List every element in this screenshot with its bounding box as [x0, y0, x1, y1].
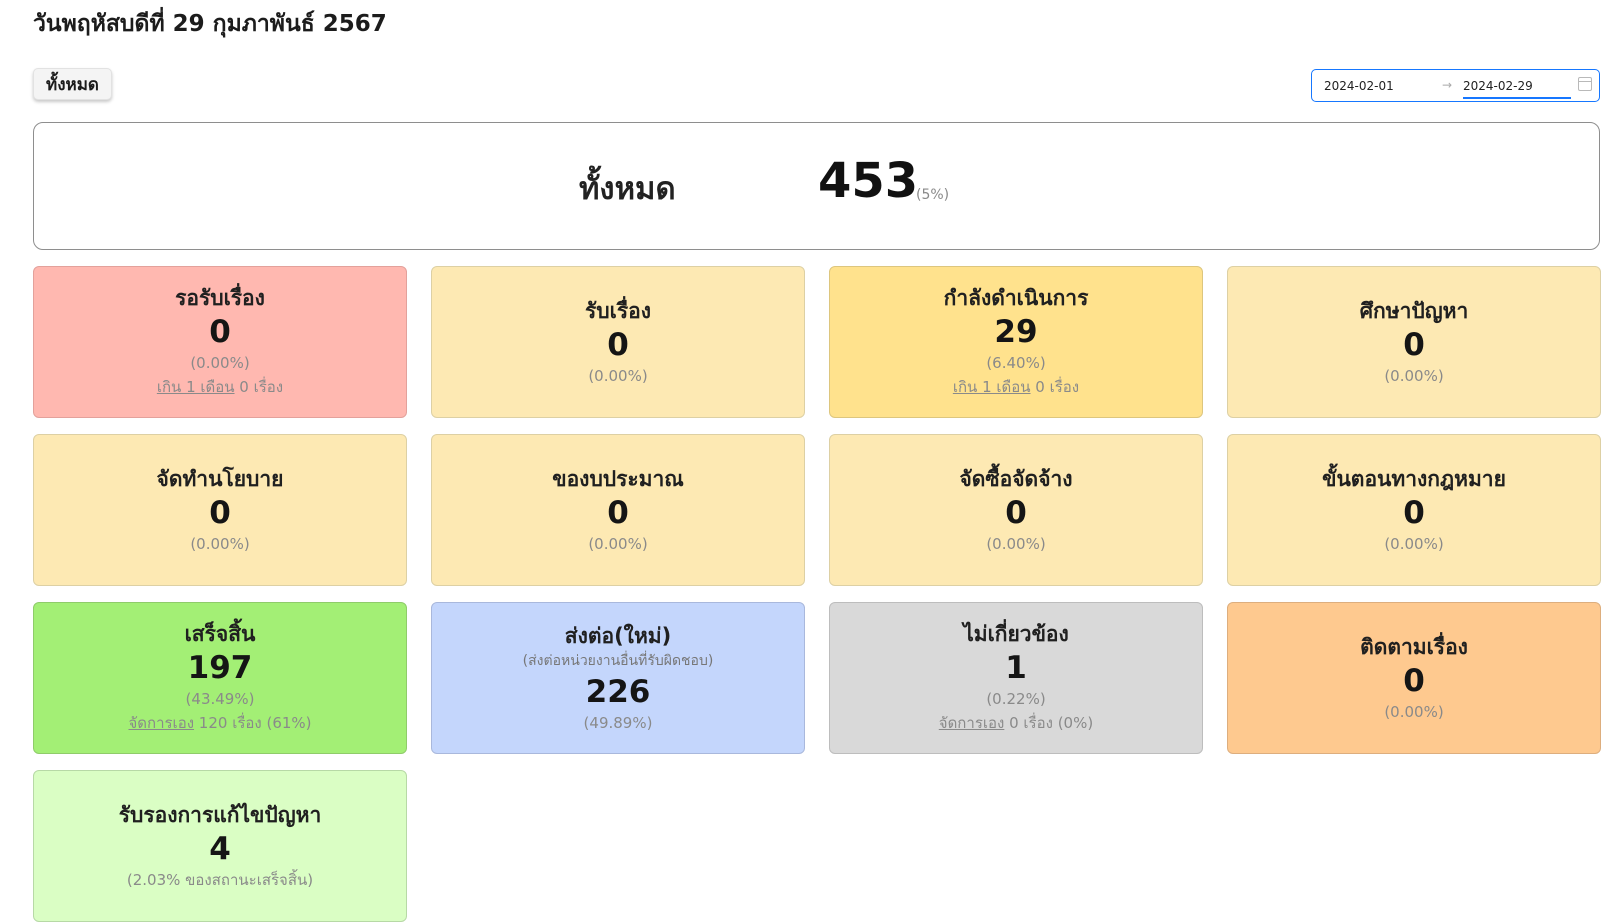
card-value: 0: [1403, 663, 1425, 699]
card-title: จัดทำนโยบาย: [156, 467, 284, 491]
card-extra-text: 0 เรื่อง: [234, 378, 284, 396]
status-card-grid: รอรับเรื่อง 0 (0.00%) เกิน 1 เดือน 0 เรื…: [33, 266, 1601, 922]
all-filter-button[interactable]: ทั้งหมด: [33, 68, 112, 100]
card-value: 0: [1403, 327, 1425, 363]
card-extra: เกิน 1 เดือน 0 เรื่อง: [953, 374, 1079, 400]
status-card-procurement[interactable]: จัดซื้อจัดจ้าง 0 (0.00%): [829, 434, 1203, 586]
card-title: ศึกษาปัญหา: [1359, 299, 1469, 323]
card-percent: (0.00%): [190, 354, 250, 372]
card-percent: (0.00%): [190, 535, 250, 553]
status-card-policy[interactable]: จัดทำนโยบาย 0 (0.00%): [33, 434, 407, 586]
card-title: ส่งต่อ(ใหม่): [564, 624, 672, 648]
status-card-study[interactable]: ศึกษาปัญหา 0 (0.00%): [1227, 266, 1601, 418]
overdue-link[interactable]: เกิน 1 เดือน: [157, 378, 235, 396]
card-title: เสร็จสิ้น: [184, 622, 256, 646]
card-extra-text: 0 เรื่อง: [1030, 378, 1080, 396]
status-card-budget[interactable]: ของบประมาณ 0 (0.00%): [431, 434, 805, 586]
card-percent: (0.00%): [986, 535, 1046, 553]
card-title: ไม่เกี่ยวข้อง: [963, 622, 1069, 646]
card-extra-text: 0 เรื่อง (0%): [1004, 714, 1094, 732]
card-percent: (0.22%): [986, 690, 1046, 708]
card-value: 226: [585, 674, 651, 710]
card-value: 4: [209, 831, 231, 867]
card-title: รอรับเรื่อง: [175, 286, 265, 310]
status-card-legal[interactable]: ขั้นตอนทางกฎหมาย 0 (0.00%): [1227, 434, 1601, 586]
card-percent: (6.40%): [986, 354, 1046, 372]
status-card-unrelated[interactable]: ไม่เกี่ยวข้อง 1 (0.22%) จัดการเอง 0 เรื่…: [829, 602, 1203, 754]
status-card-follow-up[interactable]: ติดตามเรื่อง 0 (0.00%): [1227, 602, 1601, 754]
overdue-link[interactable]: เกิน 1 เดือน: [953, 378, 1031, 396]
card-extra: จัดการเอง 120 เรื่อง (61%): [128, 710, 311, 736]
self-handled-link[interactable]: จัดการเอง: [939, 714, 1005, 732]
card-value: 0: [607, 495, 629, 531]
card-subtitle: (ส่งต่อหน่วยงานอื่นที่รับผิดชอบ): [522, 653, 714, 669]
card-value: 0: [607, 327, 629, 363]
card-title: รับเรื่อง: [585, 299, 651, 323]
card-value: 197: [187, 650, 253, 686]
card-percent: (0.00%): [588, 535, 648, 553]
total-summary-box: ทั้งหมด 453 (5%): [33, 122, 1600, 250]
card-percent: (0.00%): [1384, 367, 1444, 385]
card-value: 0: [1403, 495, 1425, 531]
total-value: 453: [818, 153, 919, 209]
status-card-pending[interactable]: รอรับเรื่อง 0 (0.00%) เกิน 1 เดือน 0 เรื…: [33, 266, 407, 418]
status-card-resolution-certified[interactable]: รับรองการแก้ไขปัญหา 4 (2.03% ของสถานะเสร…: [33, 770, 407, 922]
card-percent: (49.89%): [583, 714, 653, 732]
total-percent: (5%): [916, 187, 950, 203]
status-card-received[interactable]: รับเรื่อง 0 (0.00%): [431, 266, 805, 418]
calendar-icon[interactable]: [1578, 77, 1592, 91]
range-arrow-icon: →: [1442, 78, 1453, 92]
card-title: ของบประมาณ: [552, 467, 684, 491]
status-card-completed[interactable]: เสร็จสิ้น 197 (43.49%) จัดการเอง 120 เรื…: [33, 602, 407, 754]
card-title: ขั้นตอนทางกฎหมาย: [1322, 467, 1506, 491]
card-title: ติดตามเรื่อง: [1360, 635, 1468, 659]
active-input-indicator: [1463, 97, 1571, 99]
card-title: รับรองการแก้ไขปัญหา: [118, 803, 322, 827]
card-percent: (0.00%): [1384, 535, 1444, 553]
date-start-input[interactable]: [1324, 70, 1434, 101]
self-handled-link[interactable]: จัดการเอง: [128, 714, 194, 732]
card-percent: (0.00%): [1384, 703, 1444, 721]
status-card-in-progress[interactable]: กำลังดำเนินการ 29 (6.40%) เกิน 1 เดือน 0…: [829, 266, 1203, 418]
card-value: 1: [1005, 650, 1027, 686]
card-percent: (2.03% ของสถานะเสร็จสิ้น): [126, 871, 314, 889]
card-extra: จัดการเอง 0 เรื่อง (0%): [939, 710, 1093, 736]
card-value: 0: [1005, 495, 1027, 531]
date-range-picker[interactable]: →: [1311, 69, 1600, 102]
card-value: 0: [209, 314, 231, 350]
card-title: กำลังดำเนินการ: [943, 286, 1089, 310]
card-title: จัดซื้อจัดจ้าง: [959, 467, 1073, 491]
card-percent: (43.49%): [185, 690, 255, 708]
card-value: 29: [994, 314, 1038, 350]
card-extra-text: 120 เรื่อง (61%): [194, 714, 312, 732]
card-extra: เกิน 1 เดือน 0 เรื่อง: [157, 374, 283, 400]
total-label: ทั้งหมด: [579, 171, 676, 207]
card-value: 0: [209, 495, 231, 531]
status-card-forwarded[interactable]: ส่งต่อ(ใหม่) (ส่งต่อหน่วยงานอื่นที่รับผิ…: [431, 602, 805, 754]
card-percent: (0.00%): [588, 367, 648, 385]
page-title: วันพฤหัสบดีที่ 29 กุมภาพันธ์ 2567: [33, 11, 387, 37]
